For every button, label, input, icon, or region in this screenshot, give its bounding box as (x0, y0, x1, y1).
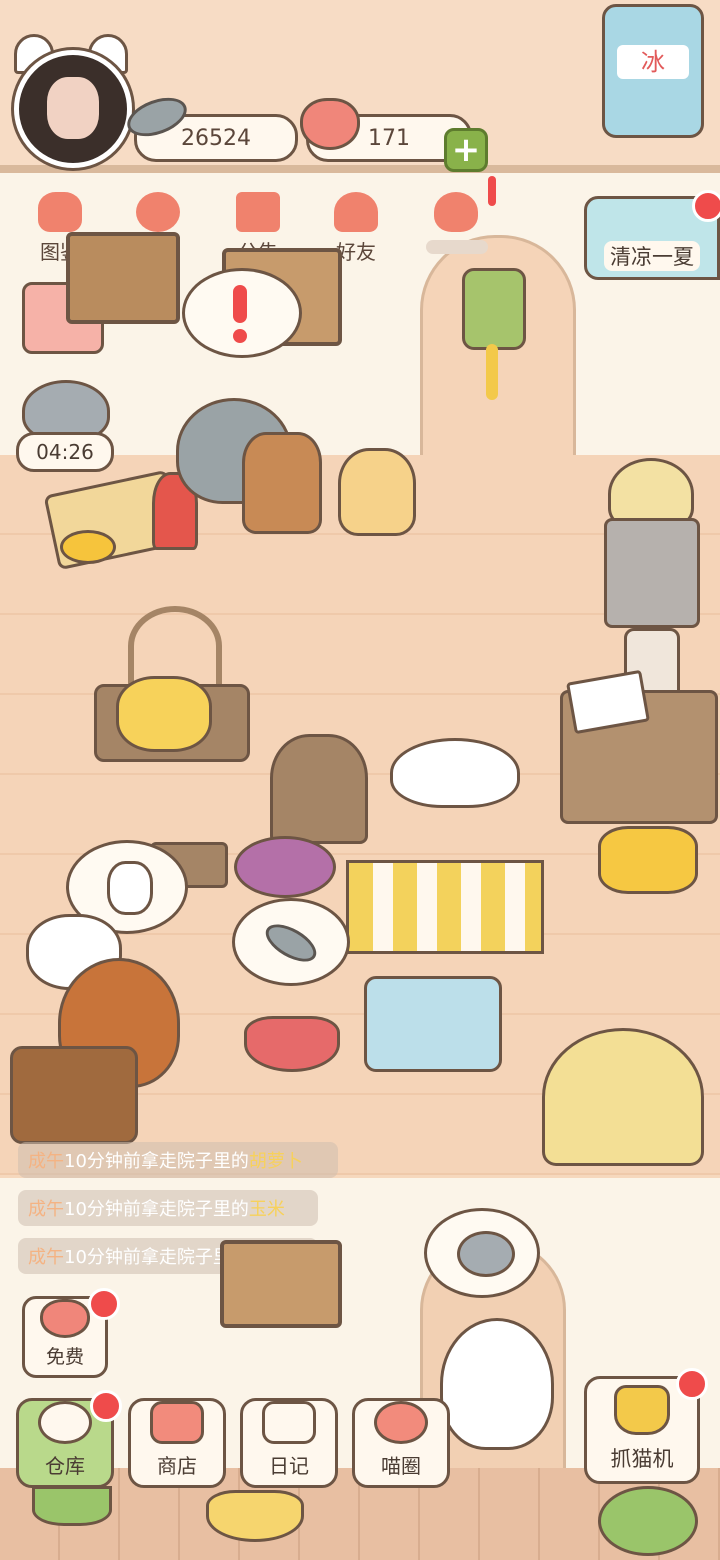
nav-label: 商店 (157, 1454, 197, 1478)
ice-sign: 冰 (617, 45, 689, 79)
cat-book-icon (38, 192, 82, 232)
chat-name: 成午 (28, 1247, 64, 1268)
chat-message: 成午 10分钟前拿走院子里的 玉米 (18, 1190, 318, 1226)
chat-name: 成午 (28, 1151, 64, 1172)
claw-machine-label: 抓猫机 (610, 1447, 674, 1471)
timer-value: 04:26 (36, 440, 94, 464)
nav-cat-circle[interactable]: 喵圈 (352, 1398, 450, 1488)
telephone[interactable] (598, 826, 698, 894)
heart-chat-icon (434, 192, 478, 232)
green-pot (32, 1486, 112, 1526)
progress-track (426, 240, 488, 254)
ice-shaver-machine[interactable]: 冰 (602, 4, 704, 138)
menu-heart-chat[interactable] (416, 192, 496, 272)
heart-count: 171 (368, 125, 410, 151)
food-bowl[interactable] (244, 1016, 340, 1072)
nav-label: 日记 (269, 1454, 309, 1478)
lantern-tassel (486, 344, 498, 400)
claw-badge (676, 1368, 708, 1400)
chat-text: 10分钟前拿走院子里的 (64, 1151, 249, 1172)
cloud-rug (364, 976, 502, 1072)
heart-icon (40, 1299, 90, 1338)
warehouse-icon (38, 1401, 92, 1444)
picture-frame (66, 232, 180, 324)
shop-icon (150, 1401, 204, 1444)
warehouse-badge (90, 1390, 122, 1422)
cat-food-bowl (206, 1490, 304, 1542)
cream-puff-tower[interactable] (338, 448, 416, 536)
fish-icon (259, 916, 323, 970)
wall-trim (0, 165, 720, 173)
planet-cat-icon (374, 1401, 428, 1444)
claw-icon (614, 1385, 670, 1435)
add-hearts-button[interactable]: + (444, 128, 488, 172)
fruit-bowl[interactable] (234, 836, 336, 898)
wooden-chair (270, 734, 368, 844)
mouse-request-bubble[interactable] (424, 1208, 540, 1298)
event-badge (692, 190, 720, 222)
white-fluffy-cat[interactable] (390, 738, 520, 808)
chat-message: 成午 10分钟前拿走院子里的 胡萝卜 (18, 1142, 338, 1178)
free-badge (88, 1288, 120, 1320)
exclamation-dot (233, 329, 247, 343)
chat-item: 玉米 (248, 1199, 285, 1220)
cat-bed-igloo[interactable] (542, 1028, 704, 1166)
stove (604, 518, 700, 628)
event-timer: 04:26 (16, 432, 114, 472)
calico-cat[interactable] (440, 1318, 554, 1450)
green-bush (598, 1486, 698, 1556)
heart-icon (300, 98, 360, 150)
chat-item: 胡萝卜 (248, 1151, 303, 1172)
nav-shop[interactable]: 商店 (128, 1398, 226, 1488)
avatar-face (47, 77, 99, 139)
photo-frame (220, 1240, 342, 1328)
alarm-clock-cat[interactable] (116, 676, 212, 752)
free-label: 免费 (45, 1346, 84, 1368)
striped-rug (346, 860, 544, 954)
pirate-chick[interactable] (242, 432, 322, 534)
round-back-chair (128, 606, 222, 686)
nav-label: 喵圈 (381, 1454, 421, 1478)
hand-icon (107, 861, 153, 915)
player-avatar[interactable] (14, 50, 132, 168)
chat-text: 10分钟前拿走院子里的 (64, 1199, 249, 1220)
gift-icon (236, 192, 280, 232)
nav-diary[interactable]: 日记 (240, 1398, 338, 1488)
exclamation-icon (233, 285, 247, 323)
chat-name: 成午 (28, 1199, 64, 1220)
gold-coins[interactable] (60, 530, 116, 564)
gear-icon (136, 192, 180, 232)
fish-count: 26524 (181, 125, 251, 151)
treasure-chest[interactable] (10, 1046, 138, 1144)
alert-speech-bubble[interactable] (182, 268, 302, 358)
friends-icon (334, 192, 378, 232)
food-request-bubble[interactable] (232, 898, 350, 986)
menu-label: 好友 (336, 240, 376, 264)
event-label: 清凉一夏 (604, 241, 700, 271)
exclamation-icon (488, 176, 496, 206)
diary-icon (262, 1401, 316, 1444)
hanging-lantern[interactable] (462, 268, 526, 350)
mouse-icon (457, 1231, 515, 1277)
nav-label: 仓库 (45, 1454, 85, 1478)
